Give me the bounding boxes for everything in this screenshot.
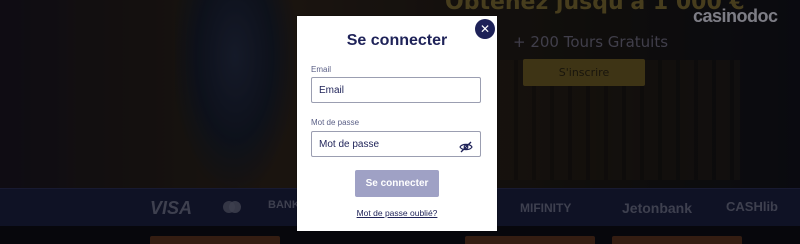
login-submit-button[interactable]: Se connecter	[355, 170, 439, 197]
password-input[interactable]	[319, 132, 459, 157]
email-field-wrapper	[311, 77, 481, 103]
password-label: Mot de passe	[311, 118, 360, 127]
email-input[interactable]	[319, 78, 459, 103]
close-icon[interactable]: ✕	[475, 19, 495, 39]
eye-off-icon[interactable]	[459, 138, 473, 153]
password-field-wrapper	[311, 131, 481, 157]
login-modal: Se connecter Email Mot de passe Se conne…	[297, 16, 497, 231]
email-label: Email	[311, 65, 332, 74]
modal-title: Se connecter	[346, 32, 448, 49]
forgot-password-link[interactable]: Mot de passe oublié?	[297, 208, 497, 218]
